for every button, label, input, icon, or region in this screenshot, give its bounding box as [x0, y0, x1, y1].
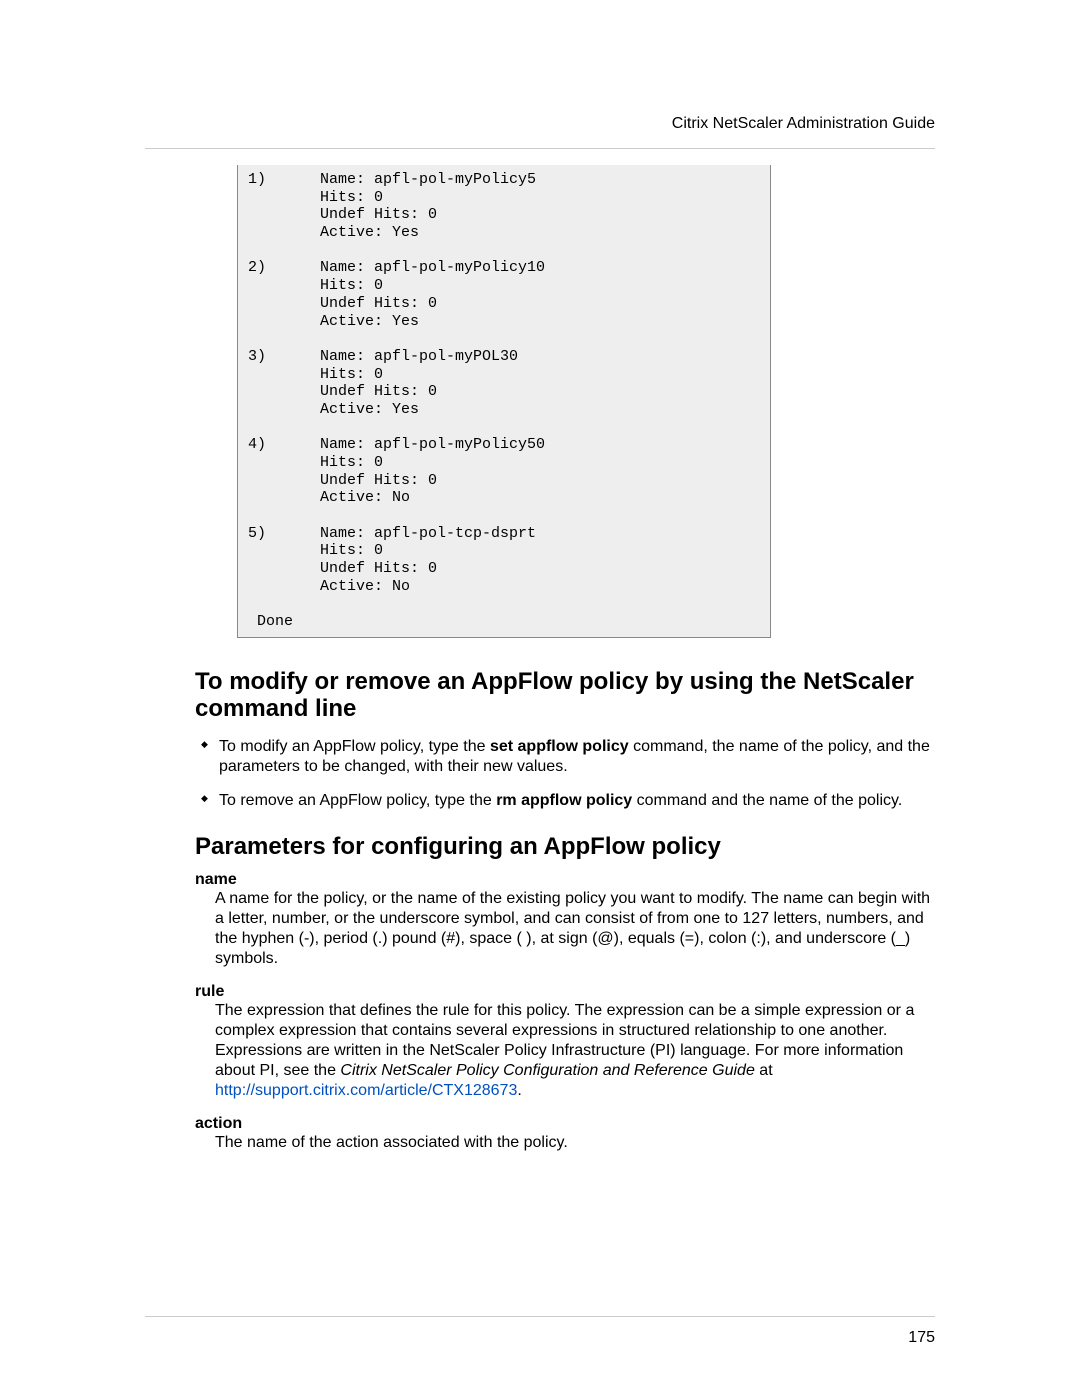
param-action: action The name of the action associated…: [195, 1115, 935, 1153]
bullet-command: set appflow policy: [490, 738, 629, 755]
page-content: 1) Name: apfl-pol-myPolicy5 Hits: 0 Unde…: [195, 165, 935, 1153]
header-doc-title: Citrix NetScaler Administration Guide: [672, 115, 935, 133]
param-desc: The name of the action associated with t…: [215, 1133, 935, 1153]
param-rule: rule The expression that defines the rul…: [195, 983, 935, 1101]
param-term: name: [195, 871, 935, 889]
bullet-text-pre: To modify an AppFlow policy, type the: [219, 738, 490, 755]
rule-period: .: [517, 1082, 521, 1099]
heading-modify-remove: To modify or remove an AppFlow policy by…: [195, 668, 935, 723]
param-name: name A name for the policy, or the name …: [195, 871, 935, 969]
list-item: To remove an AppFlow policy, type the rm…: [195, 791, 935, 811]
page-number: 175: [908, 1329, 935, 1347]
heading-parameters: Parameters for configuring an AppFlow po…: [195, 833, 935, 861]
param-desc: The expression that defines the rule for…: [215, 1001, 935, 1101]
param-term: rule: [195, 983, 935, 1001]
modify-bullet-list: To modify an AppFlow policy, type the se…: [195, 737, 935, 811]
header-rule: [145, 148, 935, 149]
rule-desc-at: at: [755, 1062, 773, 1079]
page: Citrix NetScaler Administration Guide 1)…: [0, 0, 1080, 1397]
rule-link[interactable]: http://support.citrix.com/article/CTX128…: [215, 1082, 517, 1099]
rule-desc-guide: Citrix NetScaler Policy Configuration an…: [340, 1062, 754, 1079]
bullet-text-pre: To remove an AppFlow policy, type the: [219, 792, 496, 809]
param-desc: A name for the policy, or the name of th…: [215, 889, 935, 969]
param-term: action: [195, 1115, 935, 1133]
code-output-block: 1) Name: apfl-pol-myPolicy5 Hits: 0 Unde…: [237, 165, 771, 638]
bullet-command: rm appflow policy: [496, 792, 632, 809]
footer-rule: [145, 1316, 935, 1317]
bullet-text-post: command and the name of the policy.: [632, 792, 902, 809]
list-item: To modify an AppFlow policy, type the se…: [195, 737, 935, 777]
